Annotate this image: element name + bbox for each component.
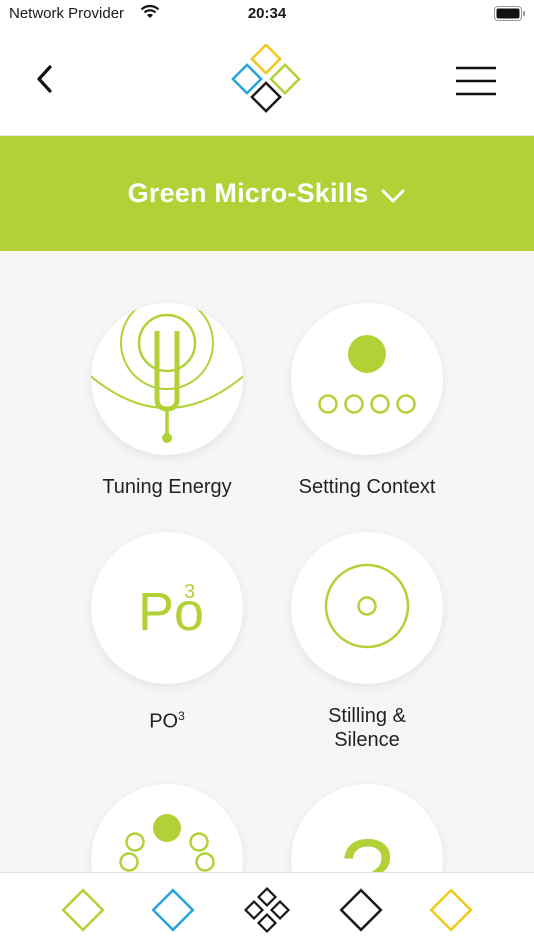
po3-icon: Po 3	[91, 532, 243, 684]
concentric-circle-icon	[291, 532, 443, 684]
tab-yellow[interactable]	[426, 885, 476, 935]
skill-stilling-silence[interactable]: Stilling & Silence	[267, 532, 467, 752]
menu-button[interactable]	[454, 65, 498, 97]
tab-blue[interactable]	[148, 885, 198, 935]
green-diamond-icon	[61, 888, 105, 932]
tuning-fork-icon	[91, 303, 243, 455]
chevron-left-icon	[37, 65, 52, 93]
hamburger-menu-icon	[456, 66, 496, 96]
chevron-down-icon	[381, 189, 405, 202]
skill-tuning-energy[interactable]: Tuning Energy	[67, 303, 267, 499]
po3-icon-sup: 3	[184, 581, 195, 603]
battery-icon	[494, 6, 526, 26]
nav-bar	[0, 30, 534, 136]
skill-label: PO3	[67, 704, 267, 734]
skill-label: Stilling & Silence	[328, 705, 406, 751]
app-logo	[230, 43, 304, 121]
skill-setting-context[interactable]: Setting Context	[267, 303, 467, 499]
black-diamond-icon	[339, 888, 383, 932]
yellow-diamond-icon	[429, 888, 473, 932]
section-title: Green Micro-Skills	[127, 178, 369, 208]
tab-black[interactable]	[336, 885, 386, 935]
section-dropdown[interactable]: Green Micro-Skills	[0, 136, 534, 251]
tab-home[interactable]	[242, 885, 292, 935]
skill-label: Tuning Energy	[102, 476, 232, 498]
skill-po3[interactable]: Po 3 PO3	[67, 532, 267, 734]
skill-label-main: PO	[149, 710, 179, 733]
status-bar: Network Provider 20:34	[0, 0, 534, 30]
skill-label: Setting Context	[298, 476, 436, 498]
bottom-tab-bar	[0, 872, 534, 951]
four-diamond-icon	[243, 886, 291, 934]
back-button[interactable]	[30, 62, 64, 96]
skill-label-sup: 3	[178, 709, 185, 723]
dot-row-icon	[291, 303, 443, 455]
blue-diamond-icon	[151, 888, 195, 932]
tab-green[interactable]	[58, 885, 108, 935]
clock: 20:34	[247, 5, 287, 22]
